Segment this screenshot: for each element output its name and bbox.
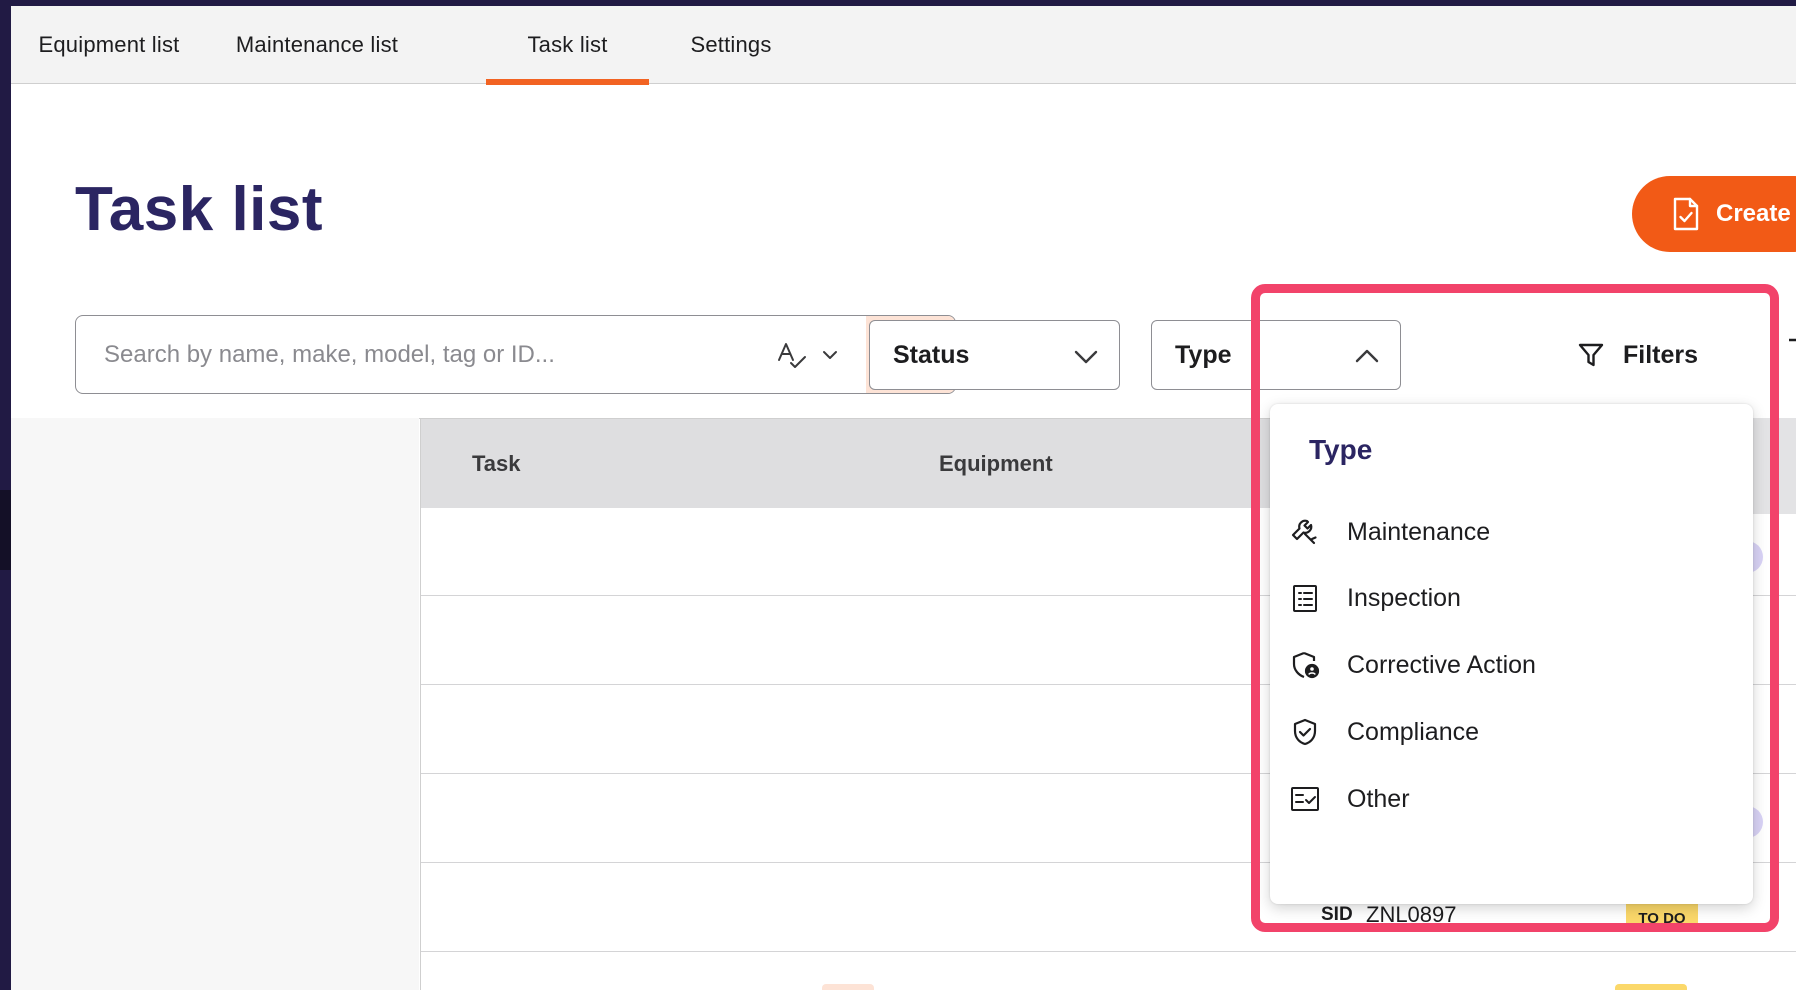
search-input[interactable] [76,316,776,393]
tab-bar: Equipment list Maintenance list Task lis… [11,6,1796,85]
spellcheck-icon[interactable] [776,340,808,372]
status-dropdown-label: Status [893,340,970,369]
tab-maintenance-list[interactable]: Maintenance list [231,6,403,84]
document-check-icon [1673,197,1699,231]
tab-label: Task list [527,32,608,57]
left-panel [11,418,419,990]
status-badge [1615,984,1687,990]
column-header-task[interactable]: Task [472,451,521,477]
status-dropdown[interactable]: Status [869,320,1120,390]
page-title: Task list [75,175,324,244]
app-content: Equipment list Maintenance list Task lis… [11,6,1796,990]
clear-filter-icon[interactable] [1787,336,1796,366]
create-button-label: Create [1716,200,1791,227]
row-tag [822,984,874,990]
tab-label: Maintenance list [235,32,399,57]
tab-settings[interactable]: Settings [685,6,777,84]
search-box [75,315,956,394]
chevron-down-icon [1074,350,1098,364]
row-divider [421,951,1796,952]
create-button[interactable]: Create [1632,176,1796,252]
tab-label: Equipment list [38,32,180,57]
highlight-annotation [1251,284,1779,932]
tab-task-list[interactable]: Task list [486,6,649,85]
window-frame-left-shade [0,490,11,570]
column-header-equipment[interactable]: Equipment [939,451,1053,477]
chevron-down-icon[interactable] [821,346,839,364]
tab-label: Settings [690,32,772,57]
type-dropdown-label: Type [1175,340,1232,369]
tab-equipment-list[interactable]: Equipment list [35,6,183,84]
